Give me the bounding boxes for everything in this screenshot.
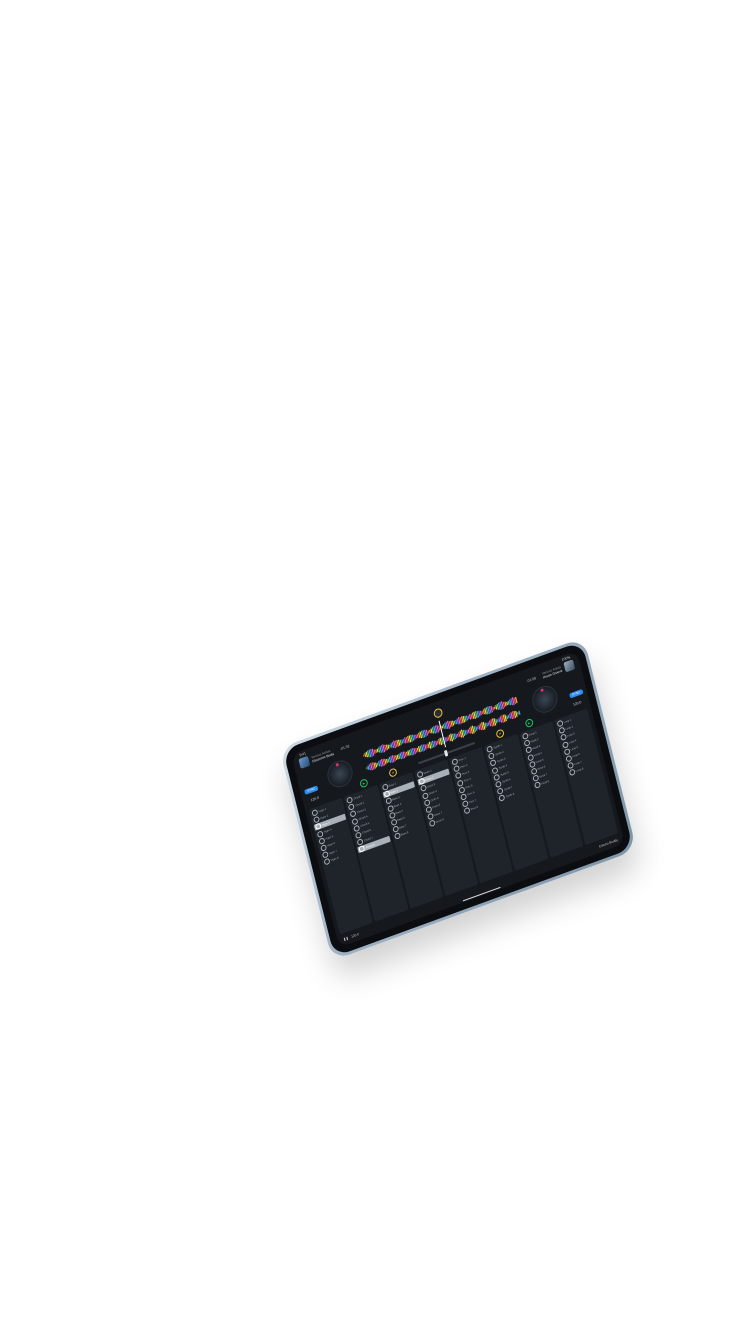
pad-label: Hype 3: [321, 821, 331, 827]
tablet-bezel: 9:41 100% Various Artists Electronic Bea…: [282, 641, 634, 957]
deck-a-cue-button[interactable]: H: [388, 766, 398, 778]
pad-label: Vocal 3: [531, 744, 541, 751]
pad-label: Bass 8: [400, 830, 409, 837]
pad-label: Bass 6: [397, 816, 406, 823]
pad-label: Hype 2: [320, 814, 329, 820]
jog-marker-icon: [335, 762, 339, 767]
pad-label: Loop 2: [565, 725, 574, 731]
pad-label: Bass 4: [393, 802, 402, 809]
deck-a-play-button[interactable]: ▶: [359, 777, 369, 789]
pad-label: Bass 7: [398, 823, 407, 830]
pad-label: Hype 4: [323, 828, 332, 834]
pad-label: Perc 5: [465, 784, 474, 790]
deck-b-cue-button[interactable]: H: [495, 727, 505, 739]
pad-label: Synth 4: [498, 764, 508, 771]
pad-label: Hype 5: [325, 835, 334, 841]
pad-label: Loop 3: [566, 732, 575, 738]
pad-label: Loop 4: [568, 739, 577, 745]
pad-label: Hype 1: [318, 807, 327, 813]
pad-label: Perc 7: [468, 798, 477, 804]
deck-a-cover[interactable]: [298, 755, 311, 769]
deck-a-sync-button[interactable]: SYNC: [304, 785, 319, 795]
page: 9:41 100% Various Artists Electronic Bea…: [0, 0, 750, 1334]
pad-label: Drum 4: [428, 789, 438, 796]
pad-label: Synth 3: [496, 757, 506, 764]
pad-label: Loop 8: [575, 767, 584, 773]
pad-label: Vocal 4: [533, 751, 543, 758]
deck-a-time: -01:32: [339, 743, 350, 752]
deck-b-play-button[interactable]: ▶: [524, 717, 534, 728]
pad-label: Hype 6: [327, 842, 336, 848]
pad-label: Bass 1: [388, 781, 397, 788]
pad-label: Loop 5: [570, 746, 579, 752]
pad-label: Hype 8: [330, 856, 339, 862]
deck-b-time: -01:08: [526, 676, 537, 684]
app-logo-icon[interactable]: [432, 707, 443, 720]
deck-b-sync-button[interactable]: SYNC: [568, 688, 584, 699]
dj-app-screen: 9:41 100% Various Artists Electronic Bea…: [291, 650, 625, 948]
deck-a-bpm: 120.0: [310, 795, 320, 803]
pad-label: Bass 2: [390, 788, 399, 795]
deck-b-jog-wheel[interactable]: [529, 682, 561, 717]
pause-icon[interactable]: ❚❚: [343, 935, 349, 941]
deck-a-jog-wheel[interactable]: [324, 756, 356, 791]
pad-label: Drum 8: [435, 817, 445, 824]
pad-label: Drum 3: [426, 782, 436, 789]
pad-label: Loop 1: [563, 718, 572, 724]
pad-label: Bass 5: [395, 809, 404, 816]
pad-label: Chord 4: [358, 815, 368, 822]
pad-label: Chord 8: [365, 843, 375, 850]
pad-label: Perc 1: [458, 756, 467, 762]
pad-label: Vocal 8: [540, 779, 550, 786]
deck-b-bpm: 120.0: [572, 699, 582, 707]
pad-label: Perc 4: [463, 777, 472, 783]
pad-label: Synth 8: [505, 792, 515, 799]
deck-b-cover[interactable]: [563, 659, 576, 673]
tablet-device: 9:41 100% Various Artists Electronic Bea…: [279, 637, 637, 961]
bottom-tempo: 120.0: [350, 931, 360, 939]
pad-label: Chord 3: [356, 808, 367, 815]
pad-label: Perc 8: [470, 805, 479, 812]
pad-label: Perc 2: [460, 763, 468, 769]
jog-marker-icon: [540, 688, 544, 693]
pad-label: Bass 3: [391, 795, 400, 802]
pad-label: Perc 6: [467, 791, 475, 797]
pad-label: Hype 7: [328, 849, 338, 855]
pad-label: Perc 3: [461, 770, 470, 776]
pad-label: Loop 6: [572, 753, 581, 759]
pad-label: Loop 7: [573, 760, 582, 766]
